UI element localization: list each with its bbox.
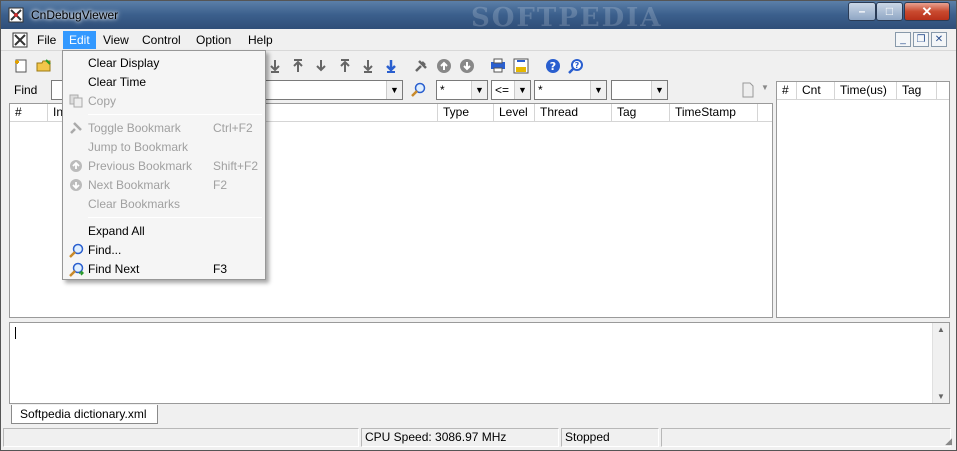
- timing-col-tag[interactable]: Tag: [897, 82, 937, 100]
- find-label: Find: [14, 83, 38, 97]
- menu-item-toggle-bookmark[interactable]: Toggle Bookmark Ctrl+F2: [65, 119, 263, 138]
- arrow-down-bottom-icon[interactable]: [359, 57, 377, 75]
- timing-col-index[interactable]: #: [777, 82, 797, 100]
- find-magnifier-icon[interactable]: [409, 81, 427, 99]
- edit-dropdown-menu: Clear Display Clear Time Copy Toggle Boo…: [62, 50, 266, 280]
- document-tab[interactable]: Softpedia dictionary.xml: [11, 405, 158, 424]
- thread-filter-select[interactable]: * ▼: [534, 80, 607, 100]
- print-icon[interactable]: [489, 57, 507, 75]
- chevron-down-icon[interactable]: ▼: [386, 81, 402, 99]
- cpu-speed-status: CPU Speed: 3086.97 MHz: [361, 428, 559, 447]
- options-arrow-icon[interactable]: ▼: [761, 83, 769, 92]
- text-caret: [15, 327, 16, 339]
- mdi-app-icon[interactable]: [12, 32, 28, 48]
- svg-text:?: ?: [550, 60, 556, 73]
- col-index[interactable]: #: [10, 104, 48, 122]
- col-type[interactable]: Type: [438, 104, 494, 122]
- about-icon[interactable]: ?: [567, 57, 585, 75]
- menu-control[interactable]: Control: [136, 31, 187, 49]
- pin-icon: [68, 121, 84, 137]
- menu-item-find-next[interactable]: Find Next F3: [65, 260, 263, 279]
- new-icon[interactable]: [12, 57, 30, 75]
- col-timestamp[interactable]: TimeStamp: [670, 104, 758, 122]
- chevron-down-icon[interactable]: ▼: [590, 81, 606, 99]
- status-cell-main: [3, 428, 359, 447]
- scroll-up-icon[interactable]: ▲: [937, 325, 945, 334]
- chevron-down-icon[interactable]: ▼: [651, 81, 667, 99]
- menu-item-next-bookmark[interactable]: Next Bookmark F2: [65, 176, 263, 195]
- status-cell-extra: [661, 428, 951, 447]
- close-button[interactable]: ✕: [904, 2, 950, 21]
- menu-option[interactable]: Option: [190, 31, 237, 49]
- type-filter-select[interactable]: * ▼: [436, 80, 488, 100]
- menu-item-previous-bookmark[interactable]: Previous Bookmark Shift+F2: [65, 157, 263, 176]
- timing-list-header: # Cnt Time(us) Tag: [777, 82, 949, 100]
- arrow-up-top-icon[interactable]: [336, 57, 354, 75]
- status-bar: CPU Speed: 3086.97 MHz Stopped ◢: [1, 426, 956, 450]
- tag-filter-select[interactable]: ▼: [611, 80, 668, 100]
- menu-help[interactable]: Help: [242, 31, 279, 49]
- chevron-down-icon[interactable]: ▼: [471, 81, 487, 99]
- col-thread[interactable]: Thread: [535, 104, 612, 122]
- open-folder-icon[interactable]: [35, 57, 53, 75]
- arrow-down-circle-icon[interactable]: [458, 57, 476, 75]
- copy-icon: [68, 94, 84, 110]
- resize-grip-icon[interactable]: ◢: [945, 436, 952, 447]
- arrow-down-circle-icon: [68, 178, 84, 194]
- magnifier-icon: [68, 243, 84, 259]
- arrow-up-circle-icon[interactable]: [435, 57, 453, 75]
- col-tag[interactable]: Tag: [612, 104, 670, 122]
- level-filter-value: <=: [495, 83, 510, 97]
- menu-separator: [88, 114, 262, 115]
- arrow-down-line-icon[interactable]: [312, 57, 330, 75]
- level-filter-select[interactable]: <= ▼: [491, 80, 531, 100]
- log-scrollbar[interactable]: ▲ ▼: [932, 323, 949, 403]
- title-bar[interactable]: SOFTPEDIA CnDebugViewer – □ ✕: [1, 1, 956, 33]
- help-icon[interactable]: ?: [544, 57, 562, 75]
- type-filter-value: *: [440, 83, 445, 97]
- maximize-button[interactable]: □: [876, 2, 903, 21]
- thread-filter-value: *: [538, 83, 543, 97]
- menu-separator: [88, 217, 262, 218]
- mdi-minimize-button[interactable]: _: [895, 32, 911, 47]
- run-state-status: Stopped: [561, 428, 659, 447]
- menu-item-clear-bookmarks[interactable]: Clear Bookmarks: [65, 195, 263, 214]
- mdi-restore-button[interactable]: ❐: [913, 32, 929, 47]
- svg-text:?: ?: [575, 61, 580, 70]
- app-icon: [8, 7, 24, 23]
- menu-view[interactable]: View: [97, 31, 135, 49]
- arrow-up-icon[interactable]: [289, 57, 307, 75]
- menu-item-clear-display[interactable]: Clear Display: [65, 54, 263, 73]
- arrow-down-icon[interactable]: [266, 57, 284, 75]
- log-text-area[interactable]: ▲ ▼: [9, 322, 950, 404]
- pin-icon[interactable]: [412, 57, 430, 75]
- menu-item-clear-time[interactable]: Clear Time: [65, 73, 263, 92]
- magnifier-next-icon: [68, 262, 84, 278]
- timing-col-time[interactable]: Time(us): [835, 82, 897, 100]
- timing-col-count[interactable]: Cnt: [797, 82, 835, 100]
- menu-item-jump-to-bookmark[interactable]: Jump to Bookmark: [65, 138, 263, 157]
- col-level[interactable]: Level: [494, 104, 535, 122]
- menu-bar: File Edit View Control Option Help _ ❐ ✕: [1, 29, 956, 51]
- menu-item-copy[interactable]: Copy: [65, 92, 263, 111]
- timing-list[interactable]: # Cnt Time(us) Tag: [776, 81, 950, 318]
- window-title: CnDebugViewer: [31, 8, 119, 22]
- arrow-up-circle-icon: [68, 159, 84, 175]
- app-window: SOFTPEDIA CnDebugViewer – □ ✕ File Edit …: [0, 0, 957, 451]
- minimize-button[interactable]: –: [848, 2, 876, 21]
- save-icon[interactable]: [512, 57, 530, 75]
- menu-edit[interactable]: Edit: [63, 31, 96, 49]
- menu-file[interactable]: File: [31, 31, 62, 49]
- document-icon[interactable]: [739, 81, 757, 99]
- mdi-close-button[interactable]: ✕: [931, 32, 947, 47]
- menu-item-expand-all[interactable]: Expand All: [65, 222, 263, 241]
- scroll-end-icon[interactable]: [382, 57, 400, 75]
- chevron-down-icon[interactable]: ▼: [514, 81, 530, 99]
- scroll-down-icon[interactable]: ▼: [937, 392, 945, 401]
- menu-item-find[interactable]: Find...: [65, 241, 263, 260]
